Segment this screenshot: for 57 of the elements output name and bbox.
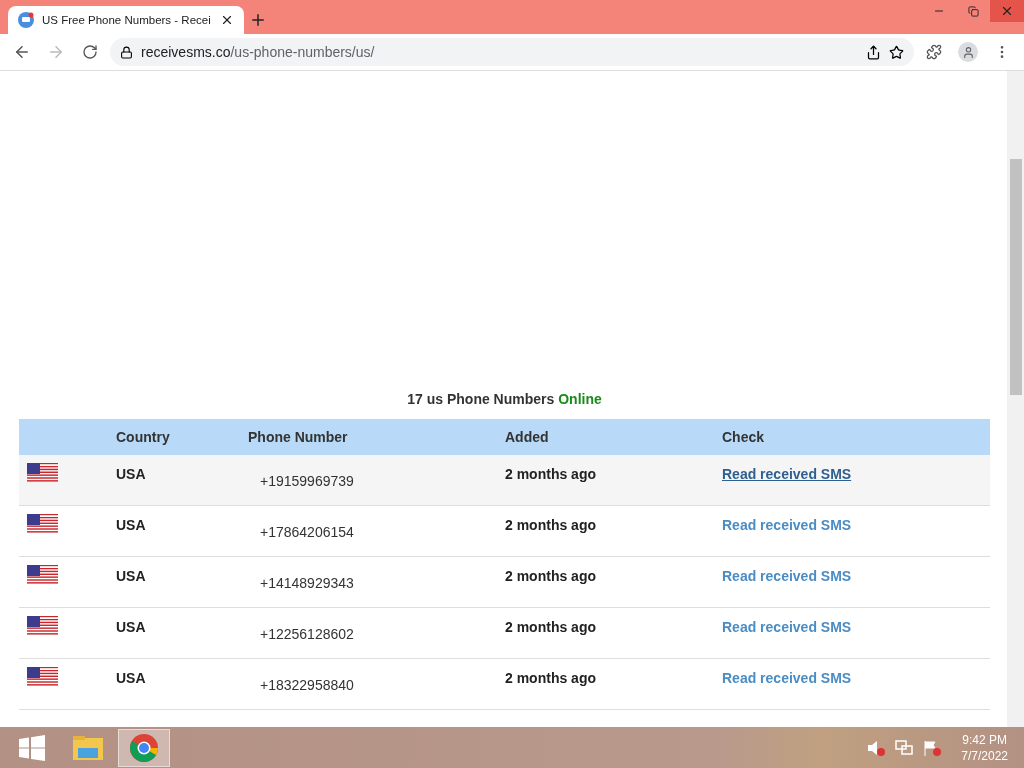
folder-icon	[72, 733, 104, 762]
share-icon[interactable]	[866, 44, 881, 60]
phone-number-cell-text: +14148929343	[259, 574, 354, 591]
column-header: Check	[721, 428, 766, 445]
page-heading: 17 us Phone Numbers Online	[406, 390, 603, 409]
read-sms-link[interactable]: Read received SMS	[722, 670, 852, 686]
close-icon[interactable]	[220, 13, 234, 27]
read-sms-link[interactable]: Read received SMS	[722, 568, 852, 584]
network-icon[interactable]	[895, 739, 914, 756]
address-bar[interactable]: receivesms.co/us-phone-numbers/us/	[110, 38, 914, 66]
country-cell: USA	[116, 517, 146, 533]
column-header: Country	[115, 428, 171, 445]
country-cell: USA	[116, 619, 146, 635]
us-flag-icon	[27, 463, 58, 483]
us-flag-icon	[27, 616, 58, 636]
phone-number-cell-text: +17864206154	[259, 523, 354, 540]
browser-tab[interactable]: US Free Phone Numbers - Recei	[8, 6, 244, 34]
read-sms-link[interactable]: Read received SMS	[722, 517, 852, 533]
close-window-button[interactable]	[990, 0, 1024, 22]
phone-number-cell-text: +12256128602	[259, 625, 354, 642]
phone-number-cell-text: +19159969739	[259, 472, 354, 489]
added-cell: 2 months ago	[505, 568, 596, 584]
speaker-muted-icon[interactable]	[867, 739, 886, 756]
added-cell: 2 months ago	[505, 619, 596, 635]
url-text: receivesms.co/us-phone-numbers/us/	[141, 44, 375, 60]
country-cell: USA	[116, 670, 146, 686]
chrome-logo-icon	[129, 732, 159, 763]
phone-number-cell-text: +18322958840	[259, 676, 354, 693]
column-header: Phone Number	[247, 428, 349, 445]
clock-time: 9:42 PM	[962, 732, 1007, 747]
table-row[interactable]: USA +19159969739 2 months ago Read received SMS	[19, 455, 990, 506]
chat-bubble-icon	[18, 12, 34, 28]
plus-icon	[249, 11, 267, 29]
flag-icon[interactable]	[923, 739, 942, 756]
restore-icon	[967, 5, 979, 17]
person-icon	[961, 45, 975, 59]
tab-title: US Free Phone Numbers - Recei	[42, 14, 212, 26]
country-cell: USA	[116, 568, 146, 584]
read-sms-link[interactable]: Read received SMS	[722, 619, 852, 635]
reload-icon	[82, 44, 98, 60]
lock-icon	[120, 45, 133, 59]
us-flag-icon	[27, 667, 58, 687]
star-icon[interactable]	[889, 44, 904, 60]
added-cell: 2 months ago	[505, 466, 596, 482]
chrome-taskbar-button[interactable]	[118, 728, 170, 767]
us-flag-icon	[27, 514, 58, 534]
added-cell: 2 months ago	[505, 517, 596, 533]
column-header: Added	[504, 428, 550, 445]
added-cell: 2 months ago	[505, 670, 596, 686]
us-flag-icon	[27, 565, 58, 585]
scrollbar[interactable]	[1007, 71, 1024, 727]
clock-date: 7/7/2022	[961, 748, 1008, 763]
windows-logo-icon	[19, 734, 45, 761]
close-icon	[1000, 4, 1014, 18]
country-cell: USA	[116, 466, 146, 482]
read-sms-link[interactable]: Read received SMS	[722, 466, 852, 482]
forward-arrow-icon	[47, 43, 65, 61]
